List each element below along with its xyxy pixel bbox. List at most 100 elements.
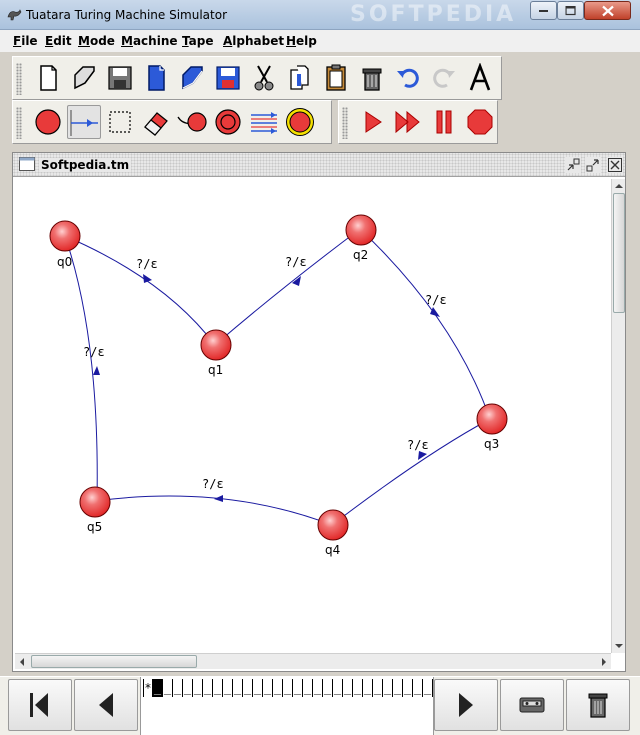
open-button[interactable] [67, 61, 101, 95]
tape-cell[interactable]: _ [233, 679, 243, 697]
transition-label-q5-q0[interactable]: ?/ε [83, 345, 105, 359]
pause-button[interactable] [427, 105, 461, 139]
tape-cell[interactable]: _ [293, 679, 303, 697]
copy-button[interactable] [283, 61, 317, 95]
horizontal-scroll-thumb[interactable] [31, 655, 197, 668]
menu-help[interactable]: Help [286, 34, 317, 48]
accept-state-button[interactable] [211, 105, 245, 139]
state-q4[interactable] [317, 509, 349, 541]
delete-button[interactable] [355, 61, 389, 95]
menu-file[interactable]: File [13, 34, 38, 48]
scroll-up-button[interactable] [612, 179, 626, 193]
tape-cell[interactable]: _ [363, 679, 373, 697]
new-file-button[interactable] [31, 61, 65, 95]
fast-forward-button[interactable] [391, 105, 425, 139]
menu-edit[interactable]: Edit [45, 34, 72, 48]
tape-cell[interactable]: _ [333, 679, 343, 697]
tape-cell[interactable]: _ [183, 679, 193, 697]
tape-view[interactable]: * _ _ _ _ _ _ _ _ _ _ _ _ _ _ _ _ _ _ _ _ _ _ _ _ _ _ _ _ [140, 677, 434, 735]
select-button[interactable] [103, 105, 137, 139]
menu-alphabet[interactable]: Alphabet [223, 34, 284, 48]
tape-cell[interactable]: _ [403, 679, 413, 697]
state-q1[interactable] [200, 329, 232, 361]
move-left-button[interactable] [74, 679, 138, 731]
tape-cell[interactable]: _ [383, 679, 393, 697]
toolbar-grip[interactable] [16, 107, 22, 139]
scroll-left-button[interactable] [15, 655, 29, 669]
tape-cell[interactable]: _ [223, 679, 233, 697]
state-q0[interactable] [49, 220, 81, 252]
tape-cells[interactable]: * _ _ _ _ _ _ _ _ _ _ _ _ _ _ _ _ _ _ _ _ _ _ _ _ _ _ _ _ [143, 679, 433, 699]
tape-cell[interactable]: _ [203, 679, 213, 697]
undo-button[interactable] [391, 61, 425, 95]
scroll-down-button[interactable] [612, 639, 626, 653]
tape-settings-button[interactable] [500, 679, 564, 731]
add-transition-button[interactable] [67, 105, 101, 139]
tape-cell[interactable]: _ [343, 679, 353, 697]
redo-button[interactable] [427, 61, 461, 95]
doc-close-button[interactable] [607, 157, 623, 173]
minimize-button[interactable] [530, 1, 557, 20]
tape-cell[interactable]: _ [283, 679, 293, 697]
state-q3[interactable] [476, 403, 508, 435]
close-button[interactable] [584, 1, 631, 20]
machine-canvas[interactable]: q0 q1 q2 q3 q4 q5 ?/ε ?/ε ?/ε ?/ε ?/ε ?/… [15, 179, 611, 653]
tape-cell[interactable]: _ [263, 679, 273, 697]
state-q5[interactable] [79, 486, 111, 518]
tape-cell[interactable]: _ [423, 679, 433, 697]
tape-cell[interactable]: _ [243, 679, 253, 697]
highlight-state-button[interactable] [283, 105, 317, 139]
tape-cell[interactable]: _ [163, 679, 173, 697]
menu-machine[interactable]: Machine [121, 34, 178, 48]
tape-cell[interactable]: _ [393, 679, 403, 697]
doc-maximize-button[interactable] [585, 157, 601, 173]
horizontal-scrollbar[interactable] [15, 653, 611, 669]
move-right-button[interactable] [434, 679, 498, 731]
transition-label-q2-q3[interactable]: ?/ε [425, 293, 447, 307]
tape-head-cell[interactable]: _ [153, 679, 163, 697]
tape-cell[interactable]: _ [323, 679, 333, 697]
tape-cell[interactable]: _ [193, 679, 203, 697]
tape-cell[interactable]: _ [373, 679, 383, 697]
tape-cell[interactable]: _ [213, 679, 223, 697]
save-button[interactable] [103, 61, 137, 95]
save-tape-button[interactable] [211, 61, 245, 95]
tape-cell[interactable]: _ [413, 679, 423, 697]
state-q2[interactable] [345, 214, 377, 246]
start-state-button[interactable] [175, 105, 209, 139]
step-button[interactable] [355, 105, 389, 139]
transition-label-q4-q5[interactable]: ?/ε [202, 477, 224, 491]
tape-cell[interactable]: _ [273, 679, 283, 697]
new-tape-button[interactable] [139, 61, 173, 95]
toolbar-grip[interactable] [342, 107, 348, 139]
tape-cell[interactable]: _ [303, 679, 313, 697]
transition-label-q3-q4[interactable]: ?/ε [407, 438, 429, 452]
transition-q5-q0[interactable] [64, 235, 98, 502]
tape-cell[interactable]: _ [173, 679, 183, 697]
state-diagram[interactable] [15, 179, 611, 653]
transition-q2-q3[interactable] [359, 228, 491, 420]
transition-label-q0-q1[interactable]: ?/ε [136, 257, 158, 271]
transition-q1-q2[interactable] [214, 228, 361, 346]
add-state-button[interactable] [31, 105, 65, 139]
configure-button[interactable] [247, 105, 281, 139]
transition-label-q1-q2[interactable]: ?/ε [285, 255, 307, 269]
font-button[interactable] [463, 61, 497, 95]
tape-cell[interactable]: _ [353, 679, 363, 697]
maximize-button[interactable] [557, 1, 584, 20]
stop-button[interactable] [463, 105, 497, 139]
menu-tape[interactable]: Tape [182, 34, 213, 48]
vertical-scrollbar[interactable] [611, 179, 625, 653]
paste-button[interactable] [319, 61, 353, 95]
menu-mode[interactable]: Mode [78, 34, 115, 48]
toolbar-grip[interactable] [16, 63, 22, 95]
transition-q3-q4[interactable] [331, 418, 491, 526]
scroll-right-button[interactable] [597, 655, 611, 669]
vertical-scroll-thumb[interactable] [613, 193, 625, 313]
cut-button[interactable] [247, 61, 281, 95]
transition-q4-q5[interactable] [94, 495, 333, 526]
doc-restore-button[interactable] [565, 157, 581, 173]
eraser-button[interactable] [139, 105, 173, 139]
tape-cell[interactable]: _ [253, 679, 263, 697]
rewind-button[interactable] [8, 679, 72, 731]
